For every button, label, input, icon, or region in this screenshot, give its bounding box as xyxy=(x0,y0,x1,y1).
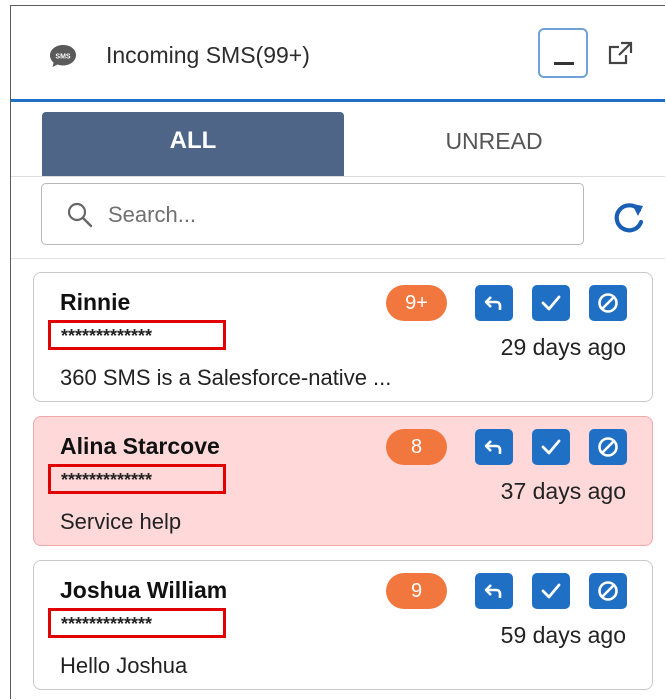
block-button[interactable] xyxy=(589,429,627,465)
block-icon xyxy=(598,293,618,313)
block-icon xyxy=(598,437,618,457)
minimize-icon xyxy=(554,62,574,65)
message-time: 29 days ago xyxy=(500,334,626,360)
contact-name: Rinnie xyxy=(60,289,131,315)
block-button[interactable] xyxy=(589,285,627,321)
divider xyxy=(11,258,665,259)
search-icon xyxy=(67,202,93,228)
panel-header: SMS Incoming SMS(99+) xyxy=(11,6,665,102)
message-card[interactable]: Rinnie ************* 9+ 29 days ago 360 … xyxy=(33,272,653,402)
popout-icon[interactable] xyxy=(608,40,634,66)
reply-icon xyxy=(484,440,502,454)
unread-count-badge: 9+ xyxy=(386,285,447,321)
message-time: 37 days ago xyxy=(500,478,626,504)
message-preview: Hello Joshua xyxy=(60,653,188,678)
panel-title: Incoming SMS(99+) xyxy=(106,42,310,68)
search-input[interactable] xyxy=(106,194,570,236)
contact-name: Alina Starcove xyxy=(60,433,220,459)
mark-read-button[interactable] xyxy=(532,285,570,321)
search-box xyxy=(41,183,584,245)
message-preview: Service help xyxy=(60,509,182,534)
message-card[interactable]: Joshua William ************* 9 59 days a… xyxy=(33,560,653,690)
block-button[interactable] xyxy=(589,573,627,609)
reply-icon xyxy=(484,296,502,310)
reply-button[interactable] xyxy=(475,429,513,465)
contact-name: Joshua William xyxy=(60,577,228,603)
check-icon xyxy=(541,295,561,311)
message-time: 59 days ago xyxy=(500,622,626,648)
phone-number: ************* xyxy=(61,614,153,634)
tab-bar: ALL UNREAD xyxy=(11,102,665,177)
reply-button[interactable] xyxy=(475,573,513,609)
tab-unread[interactable]: UNREAD xyxy=(344,112,644,176)
reply-icon xyxy=(484,584,502,598)
sms-chat-icon: SMS xyxy=(50,45,76,67)
sms-panel: SMS Incoming SMS(99+) ALL UNREAD Rinnie xyxy=(10,5,665,699)
tab-all[interactable]: ALL xyxy=(42,112,344,176)
mark-read-button[interactable] xyxy=(532,573,570,609)
redacted-phone: ************* xyxy=(48,464,226,494)
refresh-icon[interactable] xyxy=(611,200,647,236)
reply-button[interactable] xyxy=(475,285,513,321)
message-preview: 360 SMS is a Salesforce-native ... xyxy=(60,365,392,390)
message-card[interactable]: Alina Starcove ************* 8 37 days a… xyxy=(33,416,653,546)
block-icon xyxy=(598,581,618,601)
check-icon xyxy=(541,583,561,599)
svg-text:SMS: SMS xyxy=(55,54,71,61)
redacted-phone: ************* xyxy=(48,608,226,638)
unread-count-badge: 9 xyxy=(386,573,447,609)
check-icon xyxy=(541,439,561,455)
phone-number: ************* xyxy=(61,470,153,490)
mark-read-button[interactable] xyxy=(532,429,570,465)
unread-count-badge: 8 xyxy=(386,429,447,465)
redacted-phone: ************* xyxy=(48,320,226,350)
phone-number: ************* xyxy=(61,326,153,346)
minimize-button[interactable] xyxy=(538,28,588,78)
